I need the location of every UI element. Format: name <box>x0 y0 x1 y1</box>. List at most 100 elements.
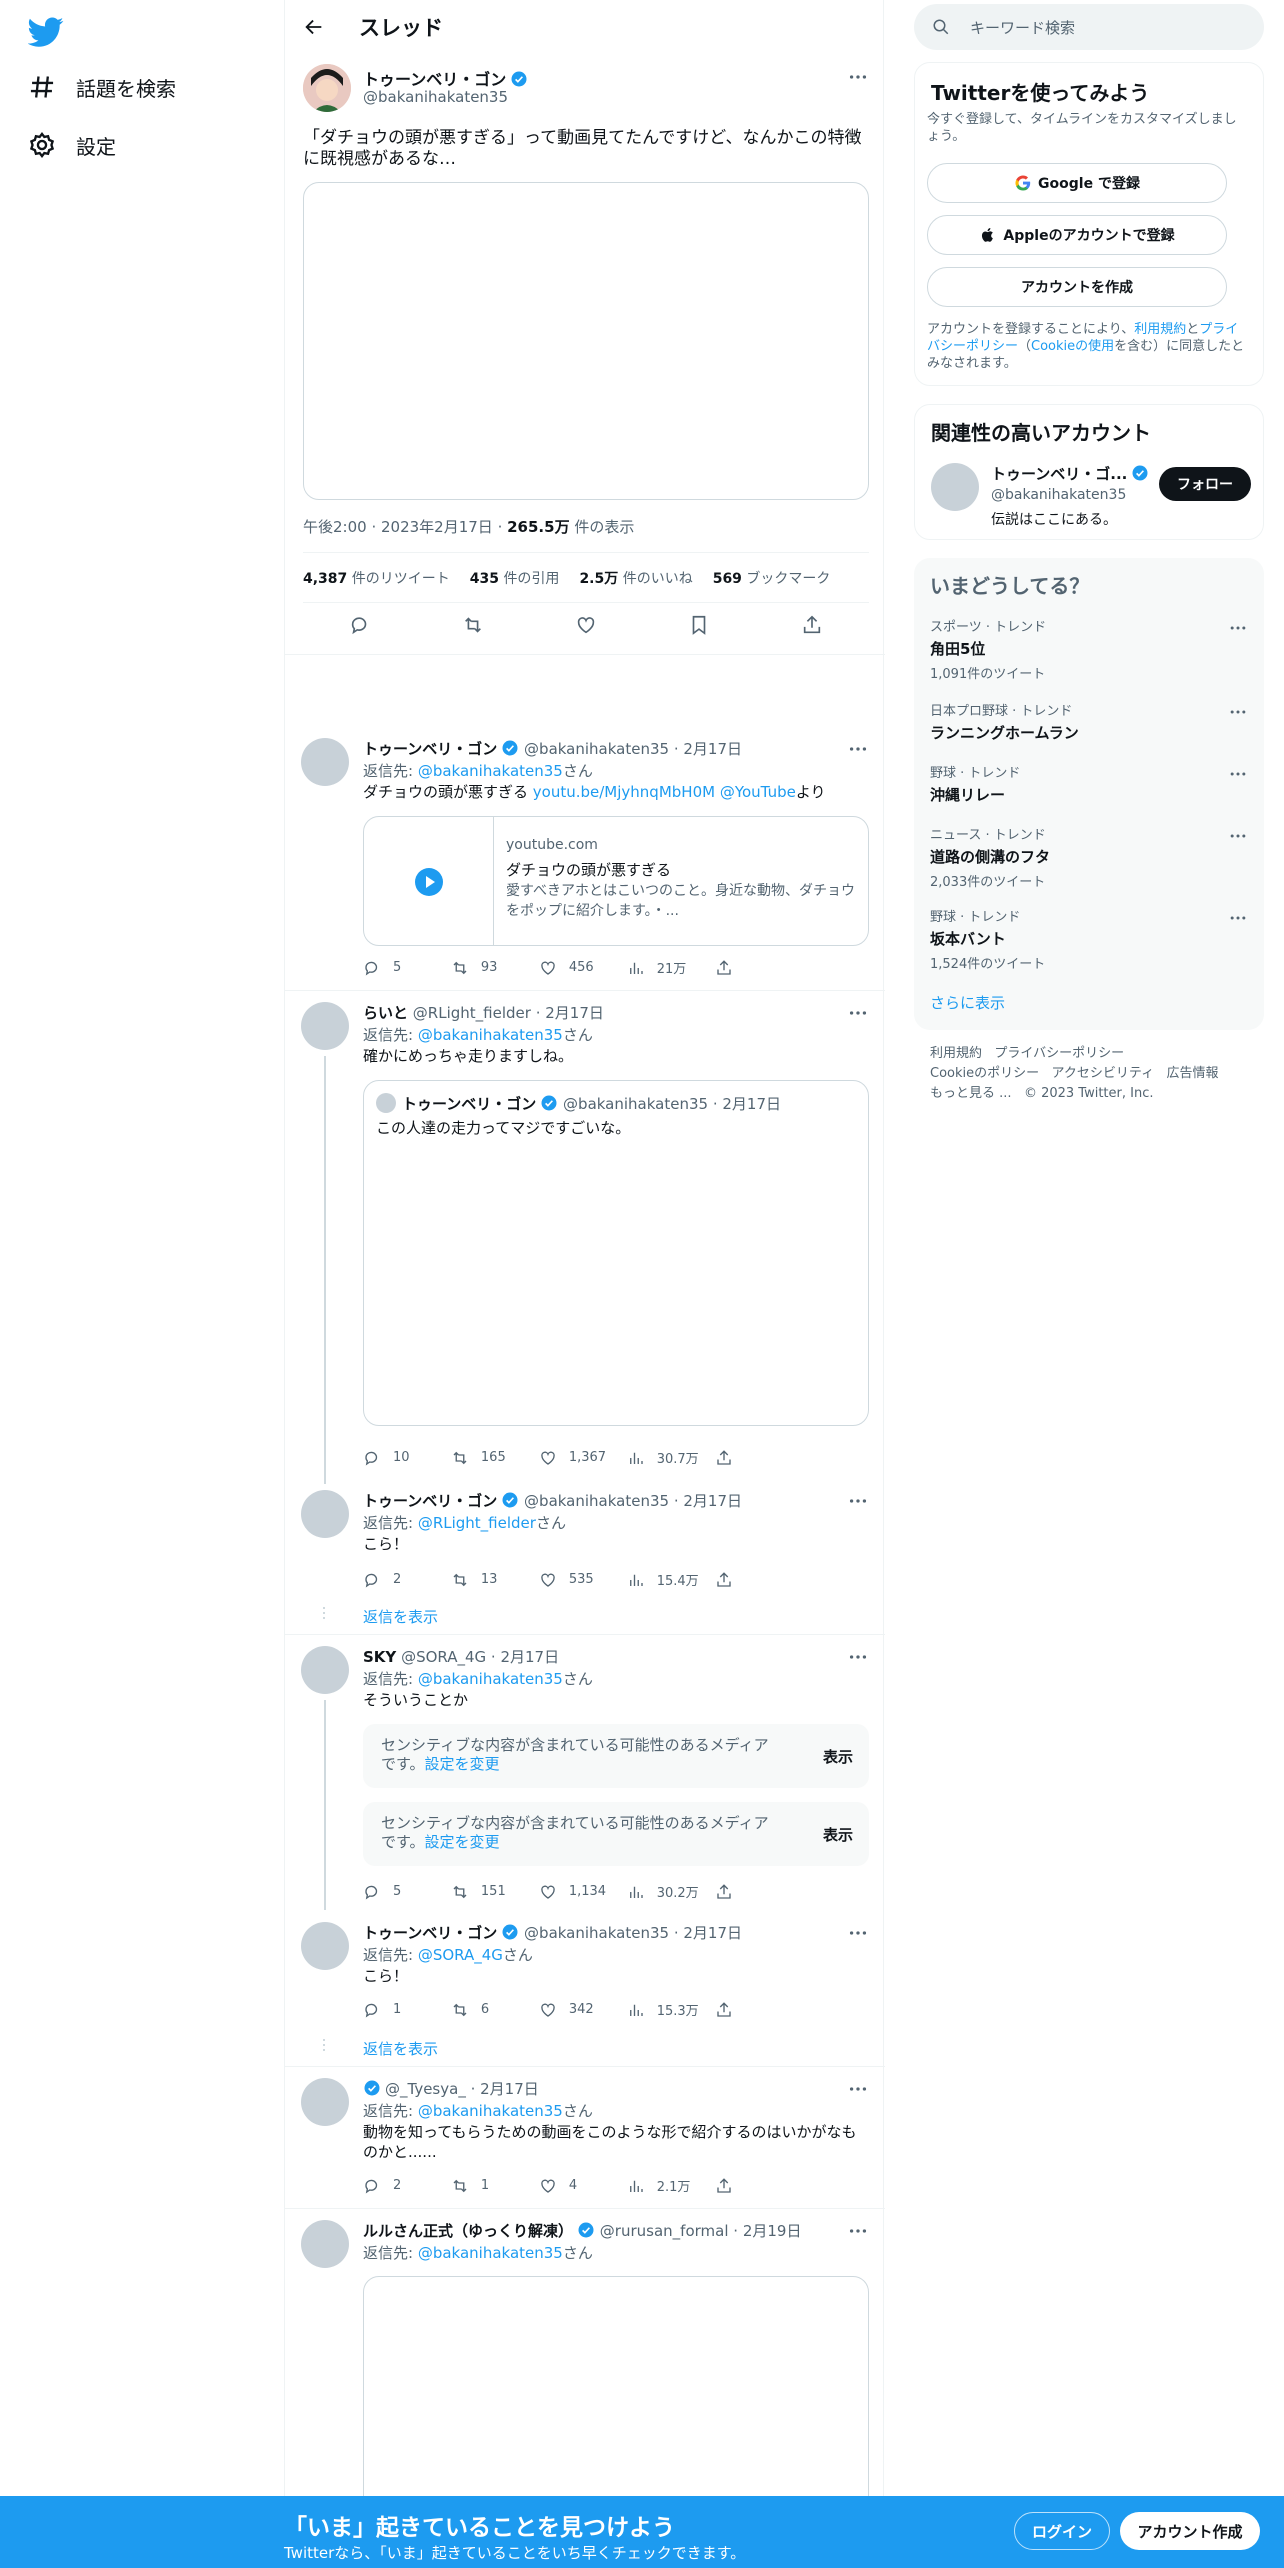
retweet-action[interactable]: 93 <box>451 958 539 977</box>
author-handle[interactable]: @rurusan_formal <box>600 2222 729 2240</box>
search-input[interactable]: キーワード検索 <box>970 17 1075 38</box>
reply-to-mention[interactable]: @bakanihakaten35 <box>418 2244 563 2262</box>
nav-settings[interactable]: 設定 <box>28 125 116 165</box>
share-action[interactable] <box>715 1882 783 1901</box>
footer-privacy-link[interactable]: プライバシーポリシー <box>994 1046 1124 1061</box>
author-handle[interactable]: @bakanihakaten35 <box>524 1492 669 1510</box>
show-replies-link[interactable]: 返信を表示 <box>363 2038 438 2059</box>
avatar[interactable] <box>301 1490 349 1538</box>
search-bar[interactable]: キーワード検索 <box>914 4 1264 50</box>
create-account-button[interactable]: アカウントを作成 <box>927 267 1227 307</box>
more-options-icon[interactable] <box>847 2220 869 2242</box>
show-more-link[interactable]: さらに表示 <box>930 992 1005 1013</box>
tweet-media[interactable] <box>363 2276 869 2516</box>
more-options-icon[interactable] <box>847 66 869 88</box>
terms-link[interactable]: 利用規約 <box>1134 322 1186 337</box>
views-action[interactable]: 15.3万 <box>627 2000 715 2019</box>
login-button[interactable]: ログイン <box>1014 2512 1110 2550</box>
tweet-date[interactable]: 2023年2月17日 <box>381 518 493 536</box>
change-settings-link[interactable]: 設定を変更 <box>425 1833 500 1851</box>
signup-button[interactable]: アカウント作成 <box>1120 2512 1260 2550</box>
retweet-action[interactable]: 1 <box>451 2176 539 2195</box>
tweet-media[interactable] <box>303 182 869 500</box>
more-options-icon[interactable] <box>847 1002 869 1024</box>
back-arrow-icon[interactable] <box>303 16 325 38</box>
change-settings-link[interactable]: 設定を変更 <box>425 1755 500 1773</box>
reply-to-mention[interactable]: @SORA_4G <box>418 1946 503 1964</box>
retweet-action[interactable]: 165 <box>451 1448 539 1467</box>
youtube-link[interactable]: youtu.be/MjyhnqMbH0M <box>533 783 715 801</box>
more-options-icon[interactable] <box>847 1646 869 1668</box>
quote-stat[interactable]: 435 件の引用 <box>470 568 560 588</box>
reply-action[interactable]: 2 <box>363 1570 451 1589</box>
tweet-date[interactable]: 2月17日 <box>545 1004 604 1022</box>
reply-action[interactable]: 10 <box>363 1448 451 1467</box>
show-media-button[interactable]: 表示 <box>823 1824 853 1845</box>
retweet-action[interactable]: 13 <box>451 1570 539 1589</box>
more-options-icon[interactable] <box>847 1490 869 1512</box>
retweet-stat[interactable]: 4,387 件のリツイート <box>303 568 450 588</box>
bookmark-icon[interactable] <box>688 614 710 636</box>
trend-item[interactable]: 日本プロ野球 · トレンド ランニングホームラン <box>930 700 1248 743</box>
like-stat[interactable]: 2.5万 件のいいね <box>579 568 692 588</box>
reply-tweet[interactable]: ルルさん正式（ゆっくり解凍） @rurusan_formal · 2月19日 返… <box>285 2208 885 2516</box>
reply-action[interactable]: 2 <box>363 2176 451 2195</box>
twitter-bird-icon[interactable] <box>28 14 64 50</box>
tweet-date[interactable]: 2月17日 <box>500 1648 559 1666</box>
share-icon[interactable] <box>801 614 823 636</box>
author-handle[interactable]: @bakanihakaten35 <box>524 1924 669 1942</box>
views-action[interactable]: 2.1万 <box>627 2176 715 2195</box>
share-action[interactable] <box>715 2176 783 2195</box>
tweet-date[interactable]: 2月17日 <box>683 1492 742 1510</box>
avatar[interactable] <box>931 463 979 511</box>
reply-tweet[interactable]: トゥーンベリ・ゴン @bakanihakaten35 · 2月17日 返信先: … <box>285 726 885 990</box>
share-action[interactable] <box>715 1448 783 1467</box>
more-options-icon[interactable] <box>847 2078 869 2100</box>
trend-item[interactable]: 野球 · トレンド 沖縄リレー <box>930 762 1248 805</box>
youtube-mention[interactable]: @YouTube <box>715 783 796 801</box>
follow-button[interactable]: フォロー <box>1159 467 1251 501</box>
views-action[interactable]: 15.4万 <box>627 1570 715 1589</box>
author-handle[interactable]: @_Tyesya_ <box>385 2080 466 2098</box>
author-name[interactable]: SKY <box>363 1648 396 1666</box>
trend-item[interactable]: 野球 · トレンド 坂本バント 1,524件のツイート <box>930 906 1248 972</box>
retweet-action[interactable]: 6 <box>451 2000 539 2019</box>
share-action[interactable] <box>715 958 783 977</box>
reply-tweet[interactable]: トゥーンベリ・ゴン @bakanihakaten35 · 2月17日 返信先: … <box>285 1478 885 1634</box>
author-name[interactable]: らいと <box>363 1004 408 1022</box>
footer-accessibility-link[interactable]: アクセシビリティ <box>1052 1066 1155 1081</box>
author-handle[interactable]: @bakanihakaten35 <box>524 740 669 758</box>
like-action[interactable]: 1,367 <box>539 1448 627 1467</box>
like-icon[interactable] <box>575 614 597 636</box>
tweet-date[interactable]: 2月19日 <box>743 2222 802 2240</box>
more-options-icon[interactable] <box>1228 908 1248 928</box>
avatar[interactable] <box>301 1002 349 1050</box>
tweet-date[interactable]: 2月17日 <box>480 2080 539 2098</box>
like-action[interactable]: 1,134 <box>539 1882 627 1901</box>
reply-tweet[interactable]: @_Tyesya_ · 2月17日 返信先: @bakanihakaten35さ… <box>285 2066 885 2206</box>
google-signup-button[interactable]: Google で登録 <box>927 163 1227 203</box>
reply-tweet[interactable]: トゥーンベリ・ゴン @bakanihakaten35 · 2月17日 返信先: … <box>285 1910 885 2066</box>
author-handle[interactable]: @SORA_4G <box>401 1648 486 1666</box>
more-options-icon[interactable] <box>1228 826 1248 846</box>
share-action[interactable] <box>715 2000 783 2019</box>
reply-action[interactable]: 5 <box>363 958 451 977</box>
retweet-icon[interactable] <box>462 614 484 636</box>
reply-to-mention[interactable]: @bakanihakaten35 <box>418 2102 563 2120</box>
more-options-icon[interactable] <box>847 738 869 760</box>
avatar[interactable] <box>301 2220 349 2268</box>
reply-to-mention[interactable]: @RLight_fielder <box>418 1514 536 1532</box>
footer-terms-link[interactable]: 利用規約 <box>930 1046 982 1061</box>
avatar[interactable] <box>301 738 349 786</box>
tweet-date[interactable]: 2月17日 <box>683 740 742 758</box>
views-action[interactable]: 30.2万 <box>627 1882 715 1901</box>
cookie-link[interactable]: Cookieの使用 <box>1031 339 1114 354</box>
views-action[interactable]: 30.7万 <box>627 1448 715 1467</box>
avatar[interactable] <box>301 1646 349 1694</box>
like-action[interactable]: 4 <box>539 2176 627 2195</box>
author-name[interactable]: ルルさん正式（ゆっくり解凍） <box>363 2222 573 2240</box>
more-options-icon[interactable] <box>1228 702 1248 722</box>
avatar[interactable] <box>301 1922 349 1970</box>
avatar[interactable] <box>301 2078 349 2126</box>
trend-item[interactable]: ニュース · トレンド 道路の側溝のフタ 2,033件のツイート <box>930 824 1248 890</box>
